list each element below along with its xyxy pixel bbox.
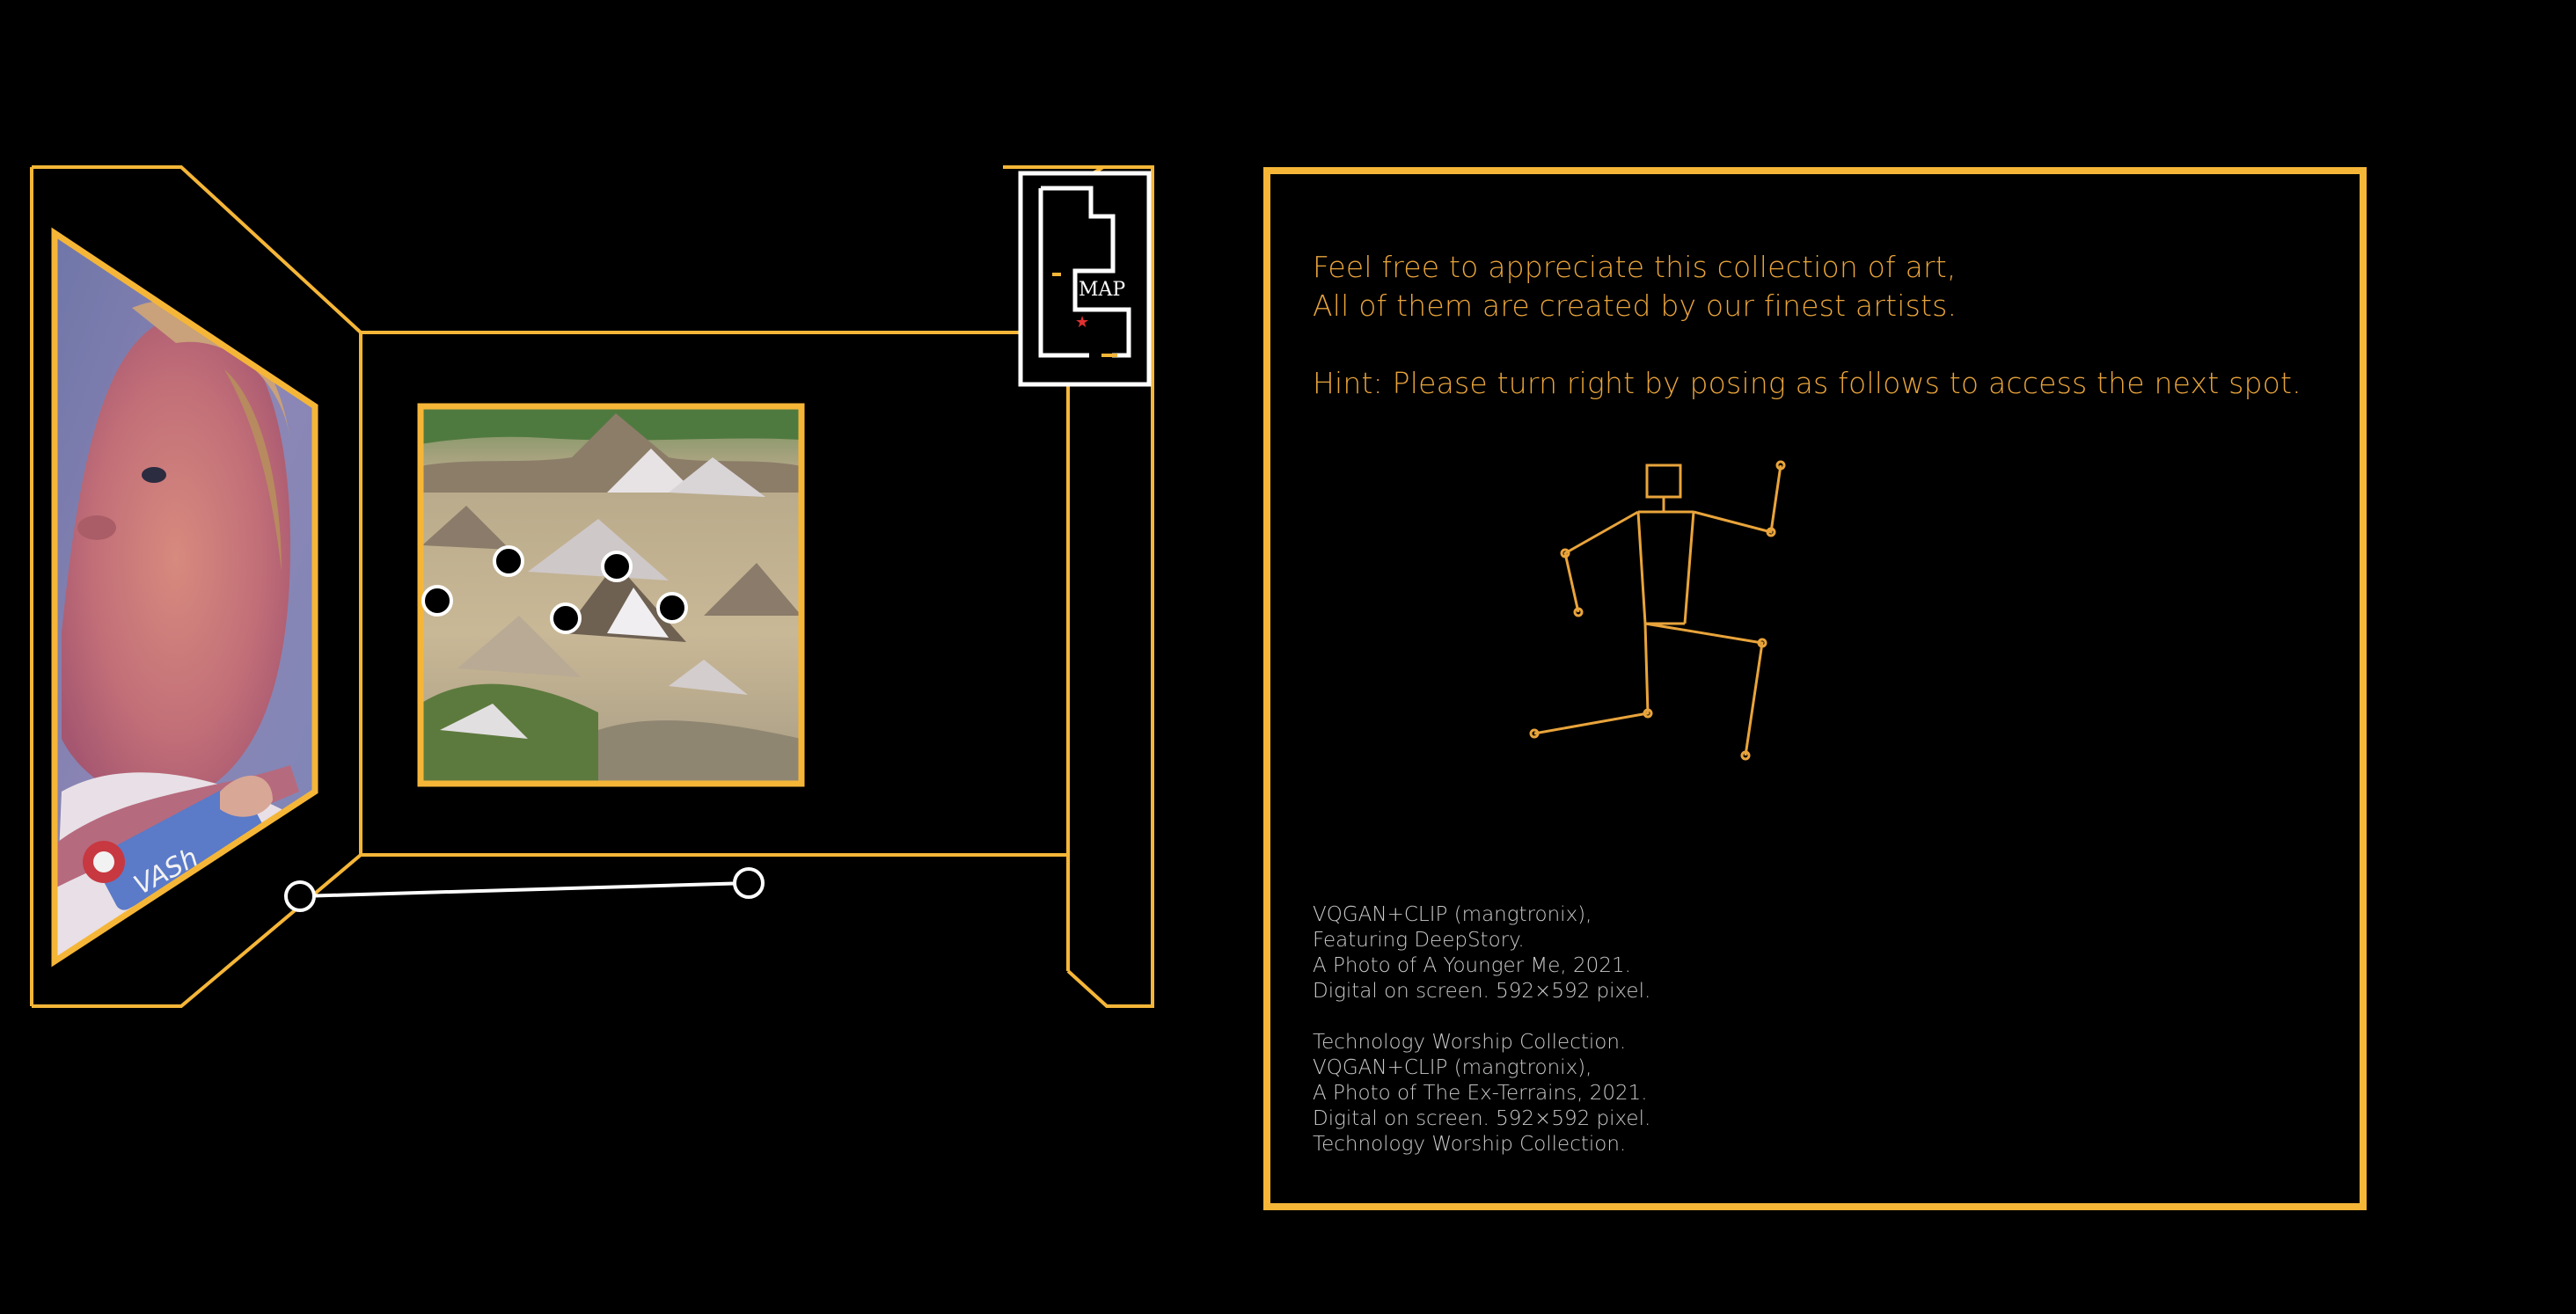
- player-position-icon: ★: [1075, 313, 1089, 332]
- credit-spacer: [1313, 1004, 1650, 1030]
- credit-line: VQGAN+CLIP (mangtronix),: [1313, 903, 1592, 926]
- hint-text: Hint: Please turn right by posing as fol…: [1313, 366, 2302, 400]
- map-label: MAP: [1079, 279, 1125, 301]
- artwork-ex-terrains[interactable]: [417, 403, 805, 787]
- credit-line: A Photo of The Ex-Terrains, 2021.: [1313, 1082, 1648, 1105]
- artwork-younger-me[interactable]: VASh: [51, 227, 318, 967]
- slider-handle-right[interactable]: [733, 867, 765, 899]
- credit-line: Featuring DeepStory.: [1313, 929, 1525, 952]
- hotspot-dot[interactable]: [601, 551, 633, 582]
- credit-line: VQGAN+CLIP (mangtronix),: [1313, 1056, 1592, 1079]
- hotspot-dot[interactable]: [493, 545, 524, 577]
- message-line-2: All of them are created by our finest ar…: [1313, 288, 1958, 323]
- credit-line: Technology Worship Collection.: [1313, 1133, 1627, 1156]
- hotspot-dot[interactable]: [421, 585, 453, 617]
- hotspot-dot[interactable]: [550, 602, 582, 634]
- floor-slider[interactable]: [284, 867, 765, 912]
- credit-line: Digital on screen. 592×592 pixel.: [1313, 1107, 1651, 1130]
- credit-line: A Photo of A Younger Me, 2021.: [1313, 954, 1631, 977]
- credit-line: Technology Worship Collection.: [1313, 1031, 1627, 1054]
- credit-line: Digital on screen. 592×592 pixel.: [1313, 980, 1651, 1003]
- info-panel: Feel free to appreciate this collection …: [1263, 167, 2367, 1210]
- message-line-1: Feel free to appreciate this collection …: [1313, 250, 1957, 284]
- minimap[interactable]: MAP ★: [1018, 171, 1152, 387]
- slider-handle-left[interactable]: [284, 880, 316, 912]
- artwork-credits: VQGAN+CLIP (mangtronix), Featuring DeepS…: [1313, 902, 1650, 1157]
- hotspot-dot[interactable]: [656, 592, 688, 624]
